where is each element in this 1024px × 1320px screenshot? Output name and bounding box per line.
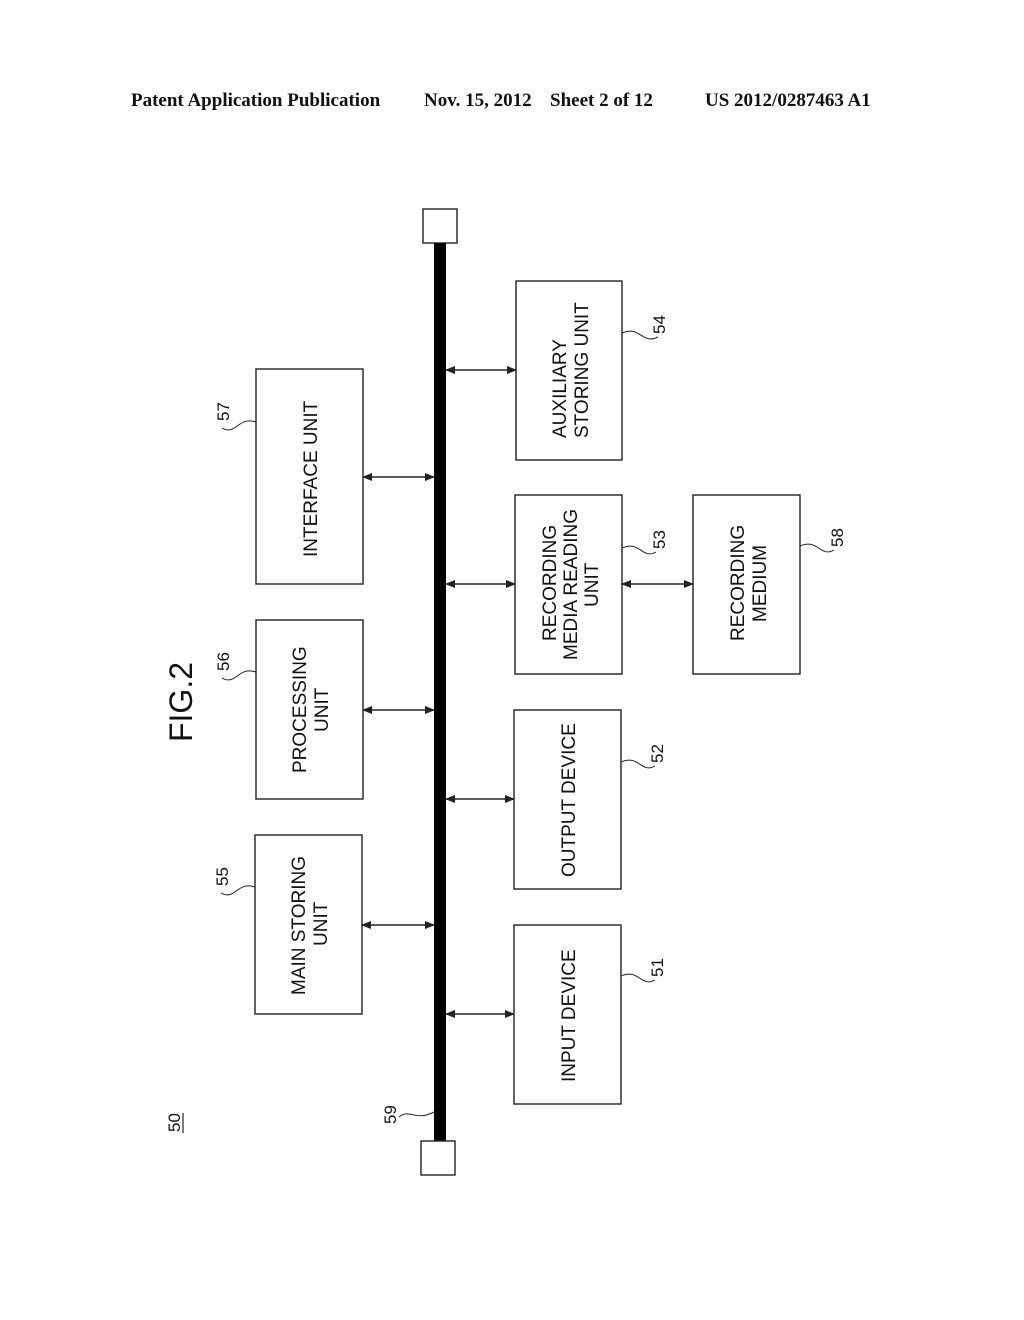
block-label: UNIT xyxy=(311,901,332,946)
block-label: MEDIUM xyxy=(750,545,771,622)
block-input-device: INPUT DEVICE 51 xyxy=(445,924,667,1105)
block-label: INPUT DEVICE xyxy=(559,949,580,1082)
block-processing-unit: PROCESSING UNIT 56 xyxy=(214,619,435,800)
block-ref: 58 xyxy=(828,528,847,547)
block-label: UNIT xyxy=(312,687,333,732)
block-ref: 51 xyxy=(648,958,667,977)
block-ref: 52 xyxy=(648,744,667,763)
block-output-device: OUTPUT DEVICE 52 xyxy=(445,709,667,890)
block-label: INTERFACE UNIT xyxy=(301,400,322,557)
block-label: MAIN STORING xyxy=(289,856,310,995)
block-label: STORING UNIT xyxy=(572,302,593,438)
bus-ref: 59 xyxy=(381,1105,400,1124)
block-ref: 55 xyxy=(213,867,232,886)
bus: 59 xyxy=(381,208,458,1176)
block-ref: 56 xyxy=(214,652,233,671)
bus-terminal-bottom xyxy=(420,1140,456,1176)
block-ref: 53 xyxy=(650,530,669,549)
block-label: RECORDING xyxy=(728,525,749,641)
bus-terminal-top xyxy=(422,208,458,244)
bus-line xyxy=(434,243,446,1141)
block-auxiliary-storing-unit: AUXILIARY STORING UNIT 54 xyxy=(445,280,669,461)
block-recording-medium: RECORDING MEDIUM 58 xyxy=(621,494,847,675)
system-ref: 50 xyxy=(165,1113,184,1133)
figure-title: FIG.2 xyxy=(163,662,199,742)
block-label: UNIT xyxy=(582,562,603,607)
block-label: OUTPUT DEVICE xyxy=(559,723,580,877)
block-label: MEDIA READING xyxy=(561,509,582,660)
block-diagram: FIG.2 50 59 AUXILIARY STORING UNIT 54 RE… xyxy=(163,208,847,1176)
svg-text:50: 50 xyxy=(165,1113,184,1132)
block-label: RECORDING xyxy=(540,525,561,641)
block-main-storing-unit: MAIN STORING UNIT 55 xyxy=(213,834,435,1015)
block-label: AUXILIARY xyxy=(550,339,571,438)
block-ref: 54 xyxy=(650,315,669,334)
block-ref: 57 xyxy=(214,402,233,421)
block-label: PROCESSING xyxy=(290,646,311,773)
block-interface-unit: INTERFACE UNIT 57 xyxy=(214,368,435,585)
